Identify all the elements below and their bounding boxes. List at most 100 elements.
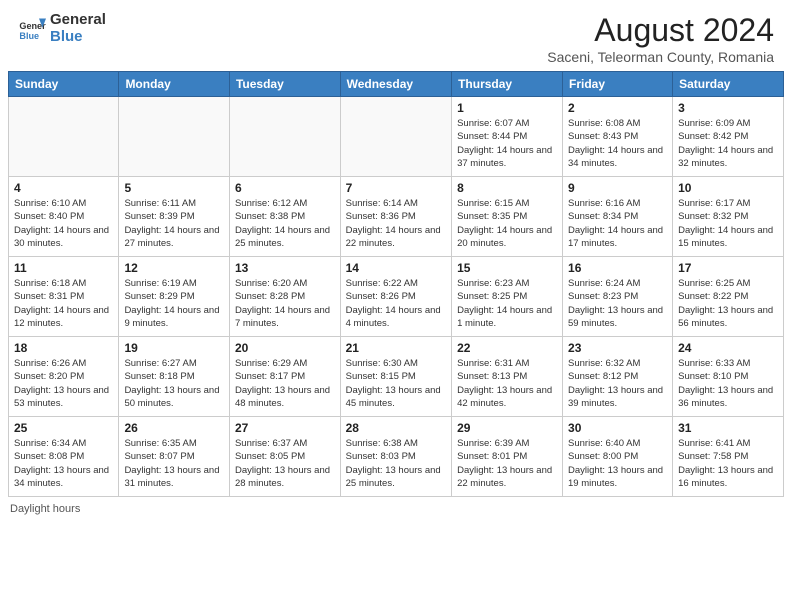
calendar-day-cell	[340, 97, 451, 177]
day-info: Sunrise: 6:14 AM Sunset: 8:36 PM Dayligh…	[346, 197, 446, 250]
calendar-day-cell: 26Sunrise: 6:35 AM Sunset: 8:07 PM Dayli…	[119, 417, 230, 497]
day-info: Sunrise: 6:29 AM Sunset: 8:17 PM Dayligh…	[235, 357, 335, 410]
calendar-day-cell	[119, 97, 230, 177]
day-info: Sunrise: 6:34 AM Sunset: 8:08 PM Dayligh…	[14, 437, 113, 490]
calendar-day-cell: 9 Sunrise: 6:16 AM Sunset: 8:34 PM Daylig…	[563, 177, 673, 257]
calendar-day-cell: 25 Sunrise: 6:34 AM Sunset: 8:08 PM Dayli…	[9, 417, 119, 497]
calendar-day-cell: 23 Sunrise: 6:32 AM Sunset: 8:12 PM Dayli…	[563, 337, 673, 417]
day-number: 23	[568, 341, 667, 355]
location: Saceni, Teleorman County, Romania	[547, 49, 774, 65]
calendar-day-cell: 11 Sunrise: 6:18 AM Sunset: 8:31 PM Dayli…	[9, 257, 119, 337]
day-info: Sunrise: 6:38 AM Sunset: 8:03 PM Dayligh…	[346, 437, 446, 490]
day-info: Sunrise: 6:25 AM Sunset: 8:22 PM Dayligh…	[678, 277, 778, 330]
day-info: Sunrise: 6:37 AM Sunset: 8:05 PM Dayligh…	[235, 437, 335, 490]
calendar-day-cell: 15 Sunrise: 6:23 AM Sunset: 8:25 PM Dayli…	[452, 257, 563, 337]
day-info: Sunrise: 6:26 AM Sunset: 8:20 PM Dayligh…	[14, 357, 113, 410]
day-number: 1	[457, 101, 557, 115]
day-info: Sunrise: 6:31 AM Sunset: 8:13 PM Dayligh…	[457, 357, 557, 410]
svg-text:Blue: Blue	[19, 30, 39, 40]
day-info: Sunrise: 6:10 AM Sunset: 8:40 PM Dayligh…	[14, 197, 113, 250]
day-number: 12	[124, 261, 224, 275]
day-number: 7	[346, 181, 446, 195]
day-info: Sunrise: 6:11 AM Sunset: 8:39 PM Dayligh…	[124, 197, 224, 250]
calendar-day-cell: 18Sunrise: 6:26 AM Sunset: 8:20 PM Dayli…	[9, 337, 119, 417]
day-info: Sunrise: 6:18 AM Sunset: 8:31 PM Dayligh…	[14, 277, 113, 330]
calendar-week-row: 25 Sunrise: 6:34 AM Sunset: 8:08 PM Dayli…	[9, 417, 784, 497]
calendar-day-cell: 27 Sunrise: 6:37 AM Sunset: 8:05 PM Dayli…	[229, 417, 340, 497]
day-info: Sunrise: 6:20 AM Sunset: 8:28 PM Dayligh…	[235, 277, 335, 330]
day-number: 20	[235, 341, 335, 355]
calendar-day-cell: 17 Sunrise: 6:25 AM Sunset: 8:22 PM Dayli…	[673, 257, 784, 337]
day-info: Sunrise: 6:41 AM Sunset: 7:58 PM Dayligh…	[678, 437, 778, 490]
day-info: Sunrise: 6:22 AM Sunset: 8:26 PM Dayligh…	[346, 277, 446, 330]
day-info: Sunrise: 6:33 AM Sunset: 8:10 PM Dayligh…	[678, 357, 778, 410]
day-info: Sunrise: 6:16 AM Sunset: 8:34 PM Dayligh…	[568, 197, 667, 250]
day-number: 31	[678, 421, 778, 435]
header: General Blue General Blue August 2024 Sa…	[0, 0, 792, 71]
calendar-day-header: Saturday	[673, 72, 784, 97]
day-number: 27	[235, 421, 335, 435]
day-number: 21	[346, 341, 446, 355]
day-number: 25	[14, 421, 113, 435]
day-number: 5	[124, 181, 224, 195]
calendar-day-cell: 22 Sunrise: 6:31 AM Sunset: 8:13 PM Dayli…	[452, 337, 563, 417]
calendar-day-header: Sunday	[9, 72, 119, 97]
day-info: Sunrise: 6:23 AM Sunset: 8:25 PM Dayligh…	[457, 277, 557, 330]
day-info: Sunrise: 6:24 AM Sunset: 8:23 PM Dayligh…	[568, 277, 667, 330]
day-number: 3	[678, 101, 778, 115]
calendar-day-cell: 4 Sunrise: 6:10 AM Sunset: 8:40 PM Daylig…	[9, 177, 119, 257]
day-info: Sunrise: 6:40 AM Sunset: 8:00 PM Dayligh…	[568, 437, 667, 490]
day-number: 29	[457, 421, 557, 435]
day-number: 13	[235, 261, 335, 275]
calendar-day-cell	[229, 97, 340, 177]
day-number: 26	[124, 421, 224, 435]
footer: Daylight hours	[0, 497, 792, 521]
day-number: 4	[14, 181, 113, 195]
day-number: 19	[124, 341, 224, 355]
calendar-wrap: SundayMondayTuesdayWednesdayThursdayFrid…	[0, 71, 792, 497]
day-number: 15	[457, 261, 557, 275]
calendar-day-cell	[9, 97, 119, 177]
day-number: 16	[568, 261, 667, 275]
day-number: 22	[457, 341, 557, 355]
calendar-day-cell: 8 Sunrise: 6:15 AM Sunset: 8:35 PM Daylig…	[452, 177, 563, 257]
calendar-day-header: Thursday	[452, 72, 563, 97]
calendar-day-cell: 12 Sunrise: 6:19 AM Sunset: 8:29 PM Dayli…	[119, 257, 230, 337]
calendar-day-cell: 30Sunrise: 6:40 AM Sunset: 8:00 PM Dayli…	[563, 417, 673, 497]
calendar-day-cell: 20 Sunrise: 6:29 AM Sunset: 8:17 PM Dayli…	[229, 337, 340, 417]
day-info: Sunrise: 6:17 AM Sunset: 8:32 PM Dayligh…	[678, 197, 778, 250]
calendar-day-cell: 28 Sunrise: 6:38 AM Sunset: 8:03 PM Dayli…	[340, 417, 451, 497]
calendar-day-cell: 31 Sunrise: 6:41 AM Sunset: 7:58 PM Dayli…	[673, 417, 784, 497]
calendar-day-cell: 10 Sunrise: 6:17 AM Sunset: 8:32 PM Dayli…	[673, 177, 784, 257]
day-number: 11	[14, 261, 113, 275]
day-info: Sunrise: 6:09 AM Sunset: 8:42 PM Dayligh…	[678, 117, 778, 170]
day-info: Sunrise: 6:15 AM Sunset: 8:35 PM Dayligh…	[457, 197, 557, 250]
day-number: 10	[678, 181, 778, 195]
calendar-header-row: SundayMondayTuesdayWednesdayThursdayFrid…	[9, 72, 784, 97]
day-info: Sunrise: 6:27 AM Sunset: 8:18 PM Dayligh…	[124, 357, 224, 410]
calendar-day-header: Monday	[119, 72, 230, 97]
calendar-day-cell: 6Sunrise: 6:12 AM Sunset: 8:38 PM Daylig…	[229, 177, 340, 257]
calendar-day-cell: 5 Sunrise: 6:11 AM Sunset: 8:39 PM Daylig…	[119, 177, 230, 257]
calendar-day-cell: 16 Sunrise: 6:24 AM Sunset: 8:23 PM Dayli…	[563, 257, 673, 337]
calendar-day-cell: 13 Sunrise: 6:20 AM Sunset: 8:28 PM Dayli…	[229, 257, 340, 337]
calendar-day-cell: 29Sunrise: 6:39 AM Sunset: 8:01 PM Dayli…	[452, 417, 563, 497]
calendar-week-row: 4 Sunrise: 6:10 AM Sunset: 8:40 PM Daylig…	[9, 177, 784, 257]
logo-blue: Blue	[50, 29, 106, 46]
calendar-day-cell: 14 Sunrise: 6:22 AM Sunset: 8:26 PM Dayli…	[340, 257, 451, 337]
day-number: 8	[457, 181, 557, 195]
logo: General Blue General Blue	[18, 12, 106, 45]
day-number: 28	[346, 421, 446, 435]
day-info: Sunrise: 6:19 AM Sunset: 8:29 PM Dayligh…	[124, 277, 224, 330]
calendar-week-row: 1Sunrise: 6:07 AM Sunset: 8:44 PM Daylig…	[9, 97, 784, 177]
calendar-week-row: 11 Sunrise: 6:18 AM Sunset: 8:31 PM Dayli…	[9, 257, 784, 337]
day-info: Sunrise: 6:32 AM Sunset: 8:12 PM Dayligh…	[568, 357, 667, 410]
calendar-day-cell: 7 Sunrise: 6:14 AM Sunset: 8:36 PM Daylig…	[340, 177, 451, 257]
calendar-day-cell: 24Sunrise: 6:33 AM Sunset: 8:10 PM Dayli…	[673, 337, 784, 417]
calendar-day-cell: 19 Sunrise: 6:27 AM Sunset: 8:18 PM Dayli…	[119, 337, 230, 417]
day-number: 9	[568, 181, 667, 195]
day-number: 17	[678, 261, 778, 275]
generalblue-logo-icon: General Blue	[18, 15, 46, 43]
day-number: 14	[346, 261, 446, 275]
calendar-day-cell: 2Sunrise: 6:08 AM Sunset: 8:43 PM Daylig…	[563, 97, 673, 177]
